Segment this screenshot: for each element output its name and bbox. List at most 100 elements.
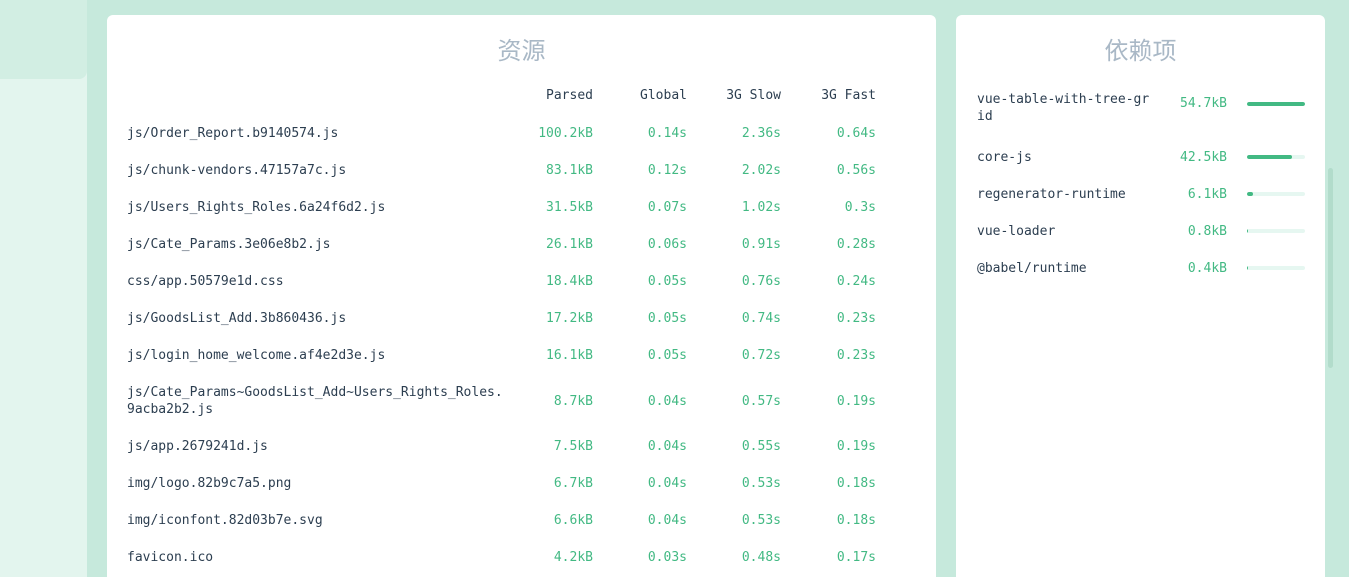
dependency-size-bar (1247, 229, 1305, 233)
asset-parsed-size: 83.1kB (546, 163, 593, 178)
dependency-size: 6.1kB (1187, 187, 1227, 202)
table-row: js/GoodsList_Add.3b860436.js 17.2kB 0.05s 0… (107, 300, 936, 337)
asset-3g-slow-time: 1.02s (741, 200, 781, 215)
asset-parsed-size: 18.4kB (546, 274, 593, 289)
asset-3g-slow-time: 0.48s (741, 550, 781, 565)
table-row: js/chunk-vendors.47157a7c.js 83.1kB 0.12s 2… (107, 152, 936, 189)
asset-global-time: 0.03s (647, 550, 687, 565)
dependency-size-bar (1247, 102, 1305, 106)
dependency-size-bar (1247, 266, 1305, 270)
assets-table-body: js/Order_Report.b9140574.js 100.2kB 0.14s 2… (107, 115, 936, 576)
asset-3g-fast-time: 0.18s (836, 476, 876, 491)
asset-3g-fast-time: 0.28s (836, 237, 876, 252)
asset-parsed-size: 6.7kB (553, 476, 593, 491)
dependency-size-bar-fill (1247, 102, 1305, 106)
asset-name: js/Order_Report.b9140574.js (127, 126, 339, 141)
dependency-size-bar-fill (1247, 155, 1293, 159)
asset-3g-fast-time: 0.23s (836, 311, 876, 326)
column-header-parsed: Parsed (546, 88, 593, 103)
list-item: vue-loader 0.8kB (956, 213, 1325, 250)
dependency-name: vue-loader (977, 224, 1056, 239)
dependency-size: 54.7kB (1180, 96, 1227, 111)
asset-name: js/Cate_Params~GoodsList_Add~Users_Right… (127, 385, 503, 417)
dependency-size: 0.4kB (1187, 261, 1227, 276)
asset-global-time: 0.04s (647, 476, 687, 491)
table-row: js/app.2679241d.js 7.5kB 0.04s 0.55s 0.19s (107, 428, 936, 465)
asset-name: js/login_home_welcome.af4e2d3e.js (127, 348, 386, 363)
table-row: js/Order_Report.b9140574.js 100.2kB 0.14s 2… (107, 115, 936, 152)
column-header-3g-fast: 3G Fast (821, 88, 876, 103)
asset-global-time: 0.14s (647, 126, 687, 141)
asset-name: js/Users_Rights_Roles.6a24f6d2.js (127, 200, 386, 215)
asset-name: js/chunk-vendors.47157a7c.js (127, 163, 347, 178)
sidebar-nav-card[interactable] (0, 0, 87, 79)
asset-3g-slow-time: 0.57s (741, 394, 781, 409)
asset-global-time: 0.07s (647, 200, 687, 215)
dependency-size: 0.8kB (1187, 224, 1227, 239)
table-row: js/Users_Rights_Roles.6a24f6d2.js 31.5kB 0… (107, 189, 936, 226)
asset-3g-slow-time: 0.53s (741, 476, 781, 491)
asset-name: css/app.50579e1d.css (127, 274, 284, 289)
asset-3g-slow-time: 2.02s (741, 163, 781, 178)
asset-global-time: 0.04s (647, 513, 687, 528)
asset-name: img/iconfont.82d03b7e.svg (127, 513, 323, 528)
asset-3g-fast-time: 0.23s (836, 348, 876, 363)
dependency-name: vue-table-with-tree-grid (977, 92, 1150, 124)
left-sidebar (0, 0, 87, 577)
asset-global-time: 0.05s (647, 348, 687, 363)
asset-name: favicon.ico (127, 550, 214, 565)
asset-3g-fast-time: 0.19s (836, 439, 876, 454)
dependency-size-bar-fill (1247, 229, 1249, 233)
asset-parsed-size: 100.2kB (538, 126, 593, 141)
column-header-global: Global (640, 88, 687, 103)
list-item: @babel/runtime 0.4kB (956, 250, 1325, 287)
table-row: js/Cate_Params.3e06e8b2.js 26.1kB 0.06s 0.9… (107, 226, 936, 263)
asset-3g-fast-time: 0.56s (836, 163, 876, 178)
asset-parsed-size: 8.7kB (553, 394, 593, 409)
table-row: img/logo.82b9c7a5.png 6.7kB 0.04s 0.53s 0.18… (107, 465, 936, 502)
asset-3g-fast-time: 0.17s (836, 550, 876, 565)
table-row: favicon.ico 4.2kB 0.03s 0.48s 0.17s (107, 539, 936, 576)
list-item: vue-table-with-tree-grid 54.7kB (956, 89, 1325, 139)
asset-parsed-size: 26.1kB (546, 237, 593, 252)
asset-name: img/logo.82b9c7a5.png (127, 476, 292, 491)
table-row: js/login_home_welcome.af4e2d3e.js 16.1kB 0… (107, 337, 936, 374)
dependency-name: regenerator-runtime (977, 187, 1126, 202)
asset-3g-fast-time: 0.64s (836, 126, 876, 141)
dependency-size-bar (1247, 192, 1305, 196)
dependency-name: @babel/runtime (977, 261, 1087, 276)
assets-table-header: Parsed Global 3G Slow 3G Fast (107, 88, 936, 108)
dependencies-list: vue-table-with-tree-grid 54.7kB core-js 42.… (956, 89, 1325, 287)
asset-parsed-size: 4.2kB (553, 550, 593, 565)
dependency-size: 42.5kB (1180, 150, 1227, 165)
dependency-name: core-js (977, 150, 1032, 165)
asset-3g-slow-time: 0.53s (741, 513, 781, 528)
asset-global-time: 0.05s (647, 274, 687, 289)
asset-3g-slow-time: 0.91s (741, 237, 781, 252)
asset-3g-fast-time: 0.19s (836, 394, 876, 409)
page-scrollbar[interactable] (1328, 168, 1333, 368)
asset-global-time: 0.06s (647, 237, 687, 252)
asset-global-time: 0.04s (647, 439, 687, 454)
table-row: js/Cate_Params~GoodsList_Add~Users_Right… (107, 374, 936, 428)
asset-name: js/Cate_Params.3e06e8b2.js (127, 237, 331, 252)
asset-3g-slow-time: 2.36s (741, 126, 781, 141)
column-header-3g-slow: 3G Slow (726, 88, 781, 103)
asset-name: js/GoodsList_Add.3b860436.js (127, 311, 347, 326)
list-item: regenerator-runtime 6.1kB (956, 176, 1325, 213)
list-item: core-js 42.5kB (956, 139, 1325, 176)
dependency-size-bar-fill (1247, 266, 1249, 270)
assets-panel: 资源 Parsed Global 3G Slow 3G Fast js/Orde… (107, 15, 936, 577)
asset-3g-slow-time: 0.76s (741, 274, 781, 289)
asset-parsed-size: 31.5kB (546, 200, 593, 215)
asset-3g-slow-time: 0.74s (741, 311, 781, 326)
asset-3g-slow-time: 0.72s (741, 348, 781, 363)
asset-global-time: 0.04s (647, 394, 687, 409)
asset-parsed-size: 16.1kB (546, 348, 593, 363)
table-row: css/app.50579e1d.css 18.4kB 0.05s 0.76s 0.24… (107, 263, 936, 300)
asset-parsed-size: 17.2kB (546, 311, 593, 326)
asset-global-time: 0.12s (647, 163, 687, 178)
dependency-size-bar (1247, 155, 1305, 159)
asset-3g-fast-time: 0.3s (844, 200, 876, 215)
asset-3g-fast-time: 0.18s (836, 513, 876, 528)
